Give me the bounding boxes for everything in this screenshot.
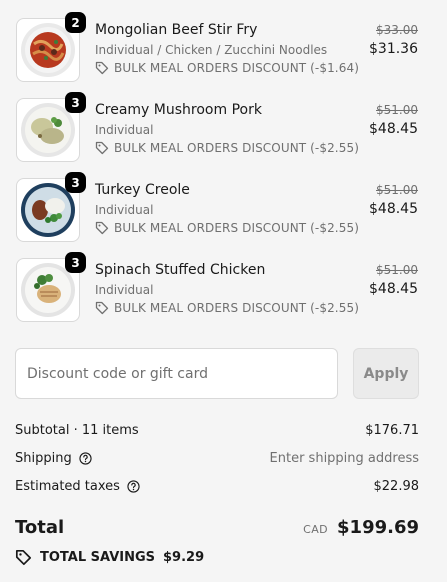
- total-amount: CAD $199.69: [303, 517, 419, 538]
- line-item-mongolian-beef: 2 Mongolian Beef Stir Fry Individual / C…: [0, 12, 447, 98]
- subtotal-row: Subtotal · 11 items $176.71: [15, 423, 419, 443]
- tag-icon: [95, 301, 109, 315]
- taxes-label-group: Estimated taxes: [15, 479, 140, 494]
- subtotal-value: $176.71: [365, 423, 419, 438]
- final-price: $31.36: [369, 41, 418, 57]
- help-icon[interactable]: [79, 452, 92, 465]
- product-variant: Individual: [95, 203, 154, 217]
- taxes-row: Estimated taxes $22.98: [15, 479, 419, 499]
- product-name: Creamy Mushroom Pork: [95, 102, 262, 118]
- item-discount: BULK MEAL ORDERS DISCOUNT (-$2.55): [95, 301, 359, 315]
- shipping-row: Shipping Enter shipping address: [15, 451, 419, 471]
- item-discount-label: BULK MEAL ORDERS DISCOUNT (-$2.55): [114, 301, 359, 315]
- total-label: Total: [15, 517, 65, 538]
- product-name: Turkey Creole: [95, 182, 190, 198]
- discount-form: Apply: [15, 348, 419, 399]
- line-item-spinach-stuffed-chicken: 3 Spinach Stuffed Chicken Individual BUL…: [0, 252, 447, 338]
- savings-value: $9.29: [163, 550, 205, 565]
- help-icon[interactable]: [127, 480, 140, 493]
- line-item-turkey-creole: 3 Turkey Creole Individual BULK MEAL ORD…: [0, 172, 447, 258]
- final-price: $48.45: [369, 281, 418, 297]
- item-discount: BULK MEAL ORDERS DISCOUNT (-$1.64): [95, 61, 359, 75]
- product-thumbnail: 3: [16, 252, 86, 322]
- savings-label: TOTAL SAVINGS: [40, 550, 156, 565]
- total-value: $199.69: [337, 517, 419, 538]
- product-variant: Individual: [95, 123, 154, 137]
- total-savings: TOTAL SAVINGS $9.29: [15, 549, 204, 566]
- tag-icon: [15, 549, 32, 566]
- tag-icon: [95, 221, 109, 235]
- total-row: Total CAD $199.69: [15, 517, 419, 543]
- original-price: $33.00: [376, 23, 418, 37]
- taxes-value: $22.98: [373, 479, 420, 494]
- shipping-label-group: Shipping: [15, 451, 92, 466]
- original-price: $51.00: [376, 263, 418, 277]
- item-discount-label: BULK MEAL ORDERS DISCOUNT (-$1.64): [114, 61, 359, 75]
- product-thumbnail: 3: [16, 172, 86, 242]
- quantity-badge: 2: [65, 12, 86, 33]
- product-variant: Individual: [95, 283, 154, 297]
- quantity-badge: 3: [65, 252, 86, 273]
- apply-button[interactable]: Apply: [353, 348, 419, 399]
- final-price: $48.45: [369, 201, 418, 217]
- tag-icon: [95, 61, 109, 75]
- original-price: $51.00: [376, 183, 418, 197]
- product-thumbnail: 2: [16, 12, 86, 82]
- discount-code-input[interactable]: [15, 348, 338, 399]
- item-discount: BULK MEAL ORDERS DISCOUNT (-$2.55): [95, 141, 359, 155]
- final-price: $48.45: [369, 121, 418, 137]
- shipping-value: Enter shipping address: [269, 451, 419, 466]
- tag-icon: [95, 141, 109, 155]
- currency-code: CAD: [303, 523, 329, 536]
- product-thumbnail: 3: [16, 92, 86, 162]
- quantity-badge: 3: [65, 172, 86, 193]
- product-name: Spinach Stuffed Chicken: [95, 262, 266, 278]
- product-name: Mongolian Beef Stir Fry: [95, 22, 258, 38]
- taxes-label: Estimated taxes: [15, 479, 120, 494]
- quantity-badge: 3: [65, 92, 86, 113]
- original-price: $51.00: [376, 103, 418, 117]
- item-discount: BULK MEAL ORDERS DISCOUNT (-$2.55): [95, 221, 359, 235]
- shipping-label: Shipping: [15, 451, 72, 466]
- subtotal-label: Subtotal · 11 items: [15, 423, 139, 438]
- item-discount-label: BULK MEAL ORDERS DISCOUNT (-$2.55): [114, 221, 359, 235]
- product-variant: Individual / Chicken / Zucchini Noodles: [95, 43, 328, 57]
- item-discount-label: BULK MEAL ORDERS DISCOUNT (-$2.55): [114, 141, 359, 155]
- line-item-creamy-mushroom-pork: 3 Creamy Mushroom Pork Individual BULK M…: [0, 92, 447, 178]
